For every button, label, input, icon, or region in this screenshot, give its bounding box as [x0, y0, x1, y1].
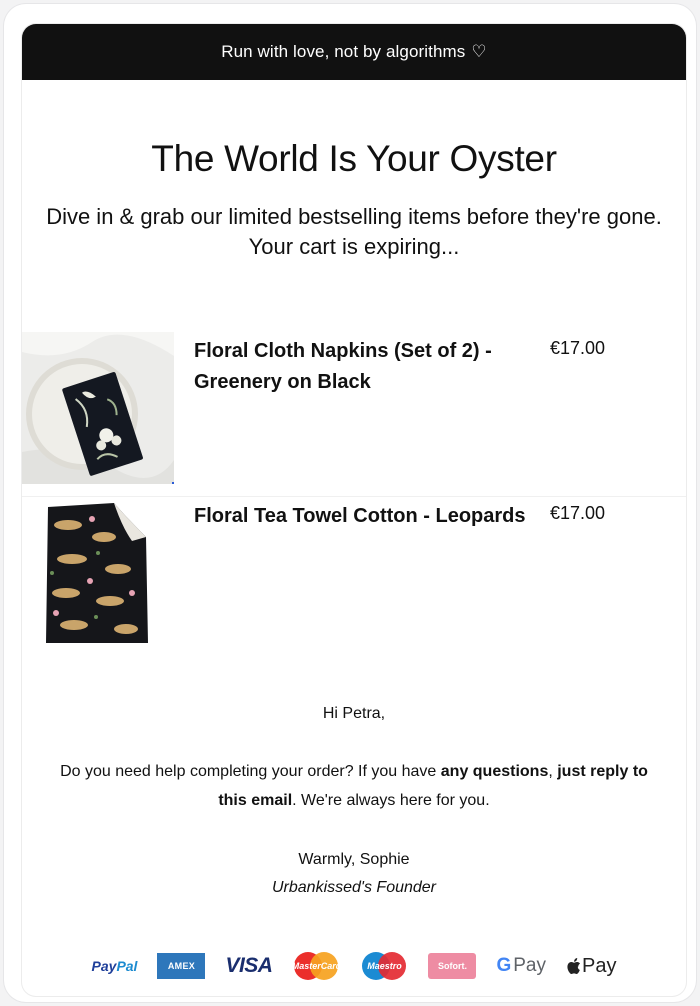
payment-methods: Pay Pal AMEX VISA MasterCard Maestro Sofo… — [22, 948, 686, 984]
heart-icon: ♡ — [471, 42, 487, 61]
mastercard-text: MasterCard — [291, 961, 342, 971]
visa-icon: VISA — [225, 954, 273, 978]
product-item[interactable]: Floral Cloth Napkins (Set of 2) - Greene… — [22, 332, 686, 497]
sofort-icon: Sofort. — [428, 953, 477, 979]
message-text: . We're always here for you. — [292, 792, 490, 809]
message-text: Do you need help completing your order? … — [60, 763, 441, 780]
apple-pay-text: Pay — [582, 954, 617, 977]
sofort-text: Sofort. — [437, 961, 467, 971]
paypal-icon: Pay Pal — [92, 958, 138, 974]
product-name[interactable]: Floral Tea Towel Cotton - Leopards — [194, 501, 534, 532]
founder-title: Urbankissed's Founder — [271, 879, 437, 896]
amex-text: AMEX — [167, 961, 196, 971]
help-message: Do you need help completing your order? … — [54, 757, 654, 815]
product-image-napkins[interactable] — [22, 332, 174, 484]
product-price: €17.00 — [550, 503, 606, 523]
product-item[interactable]: Floral Tea Towel Cotton - Leopards €17.0… — [22, 497, 686, 661]
announcement-banner: Run with love, not by algorithms ♡ — [22, 24, 686, 80]
apple-pay-icon: Pay — [566, 955, 616, 978]
banner-text: Run with love, not by algorithms — [221, 42, 466, 61]
google-g-glyph: G — [496, 955, 512, 976]
google-pay-icon: G Pay — [496, 955, 546, 977]
gpay-text: Pay — [513, 955, 546, 976]
product-image-tea-towel[interactable] — [22, 497, 174, 649]
product-price: €17.00 — [550, 338, 606, 358]
apple-logo-icon — [567, 958, 580, 974]
message-emphasis: any questions — [440, 763, 549, 780]
amex-icon: AMEX — [157, 953, 206, 979]
product-list: Floral Cloth Napkins (Set of 2) - Greene… — [22, 332, 686, 661]
paypal-text-a: Pay — [91, 958, 117, 974]
greeting: Hi Petra, — [322, 705, 386, 722]
mastercard-icon: MasterCard — [291, 951, 342, 981]
maestro-text: Maestro — [367, 961, 402, 971]
signoff: Warmly, Sophie — [298, 851, 410, 868]
visa-text: VISA — [225, 954, 273, 977]
headline: The World Is Your Oyster — [151, 138, 557, 179]
email-body: Run with love, not by algorithms ♡ The W… — [22, 24, 686, 996]
email-frame: Run with love, not by algorithms ♡ The W… — [4, 4, 696, 1002]
subheadline: Dive in & grab our limited bestselling i… — [46, 204, 662, 259]
paypal-text-b: Pal — [116, 958, 138, 974]
message-text: , — [548, 763, 558, 780]
product-name[interactable]: Floral Cloth Napkins (Set of 2) - Greene… — [194, 336, 534, 398]
maestro-icon: Maestro — [360, 951, 408, 981]
